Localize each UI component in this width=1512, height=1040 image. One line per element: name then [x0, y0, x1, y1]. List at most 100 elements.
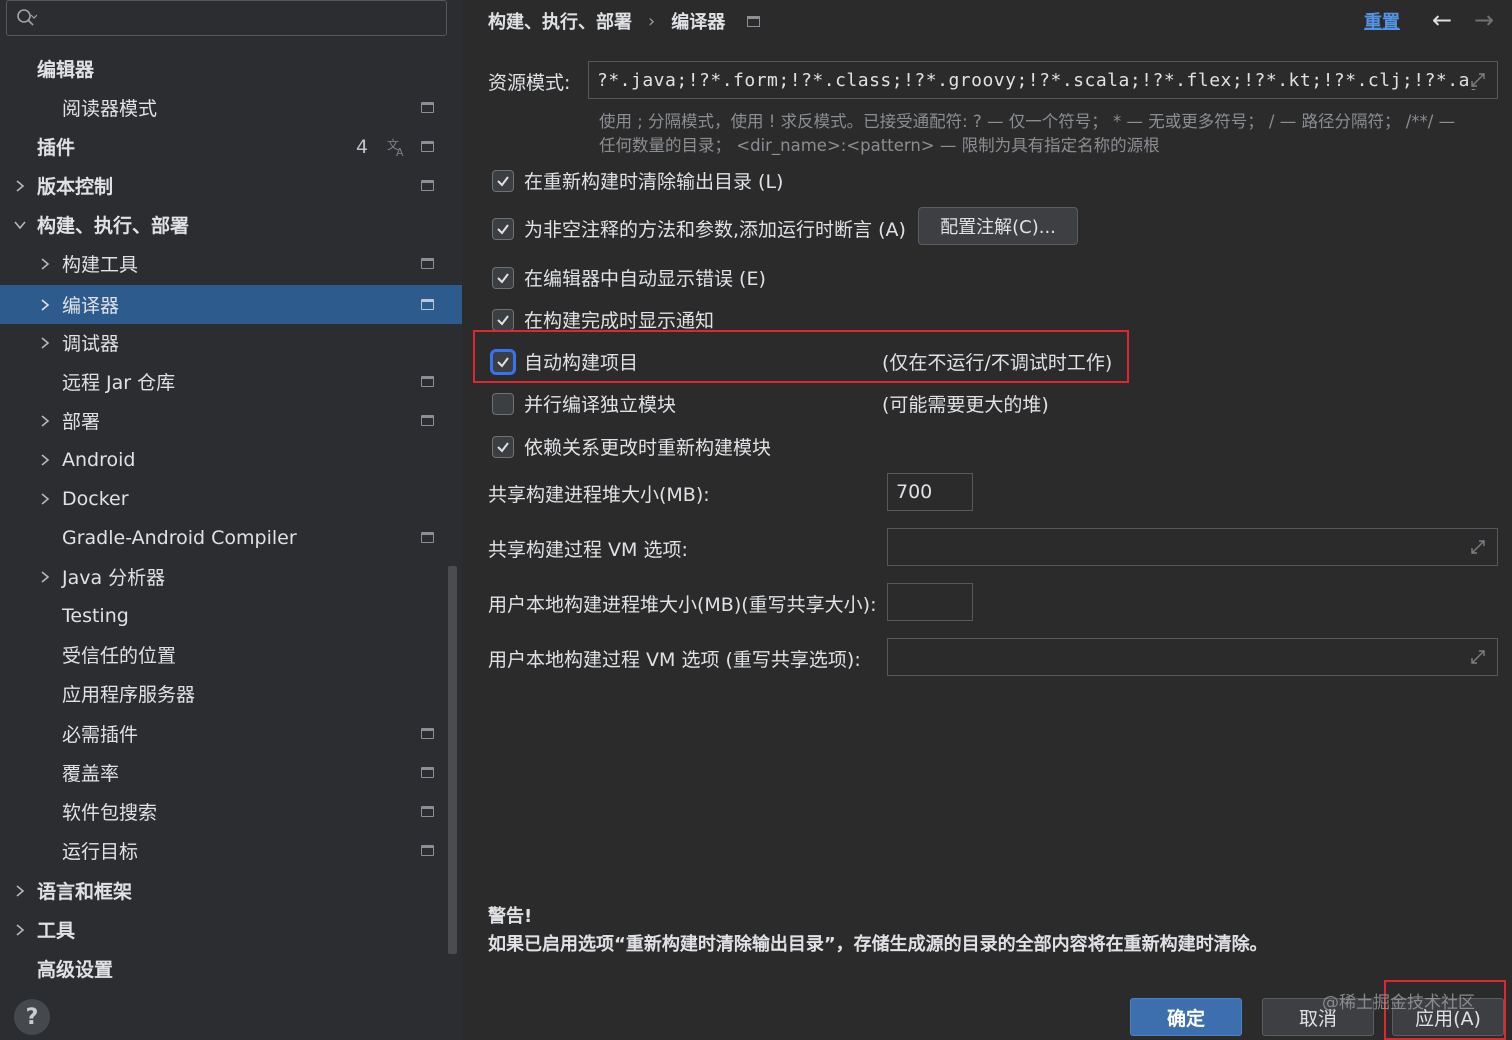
breadcrumb-parent[interactable]: 构建、执行、部署: [488, 8, 632, 34]
resource-patterns-input[interactable]: ?*.java;!?*.form;!?*.class;!?*.groovy;!?…: [588, 61, 1498, 99]
sidebar-item-remote-jar-repos[interactable]: 远程 Jar 仓库: [0, 362, 462, 401]
show-notification-checkbox[interactable]: [492, 308, 514, 331]
forward-arrow-icon[interactable]: →: [1474, 6, 1494, 34]
clear-output-label: 在重新构建时清除输出目录 (L): [524, 171, 784, 193]
add-assertions-checkbox[interactable]: [492, 217, 514, 240]
svg-text:A: A: [396, 146, 404, 158]
sidebar-item-label: 阅读器模式: [62, 98, 158, 120]
chevron-right-icon[interactable]: [38, 453, 52, 467]
add-assertions-option[interactable]: 为非空注释的方法和参数,添加运行时断言 (A): [492, 215, 906, 242]
resource-patterns-value: ?*.java;!?*.form;!?*.class;!?*.groovy;!?…: [597, 69, 1482, 91]
parallel-compile-option[interactable]: 并行编译独立模块: [492, 390, 676, 417]
back-arrow-icon[interactable]: ←: [1432, 6, 1452, 34]
sidebar-item-required-plugins[interactable]: 必需插件: [0, 714, 462, 753]
chevron-right-icon[interactable]: [13, 884, 27, 898]
help-button[interactable]: ?: [14, 999, 50, 1035]
clear-output-checkbox[interactable]: [492, 169, 514, 192]
sidebar-item-label: Testing: [62, 604, 129, 627]
settings-sidebar: 编辑器 阅读器模式 插件 4 文 A 版本控制 构建、执行、部署 构建工具 编译…: [0, 0, 462, 1040]
project-scope-icon: [421, 532, 434, 543]
local-vm-input[interactable]: [887, 638, 1498, 676]
chevron-right-icon[interactable]: [38, 492, 52, 506]
parallel-compile-label: 并行编译独立模块: [524, 394, 677, 416]
local-heap-input[interactable]: [887, 583, 973, 621]
chevron-right-icon[interactable]: [38, 336, 52, 350]
sidebar-item-debugger[interactable]: 调试器: [0, 323, 462, 362]
sidebar-item-label: 部署: [62, 411, 101, 433]
sidebar-item-tools[interactable]: 工具: [0, 910, 462, 949]
sidebar-item-label: 构建、执行、部署: [37, 215, 190, 237]
auto-show-errors-checkbox[interactable]: [492, 266, 514, 289]
auto-show-errors-label: 在编辑器中自动显示错误 (E): [524, 268, 766, 290]
settings-search-input[interactable]: [6, 0, 447, 36]
auto-show-errors-option[interactable]: 在编辑器中自动显示错误 (E): [492, 264, 766, 291]
chevron-right-icon[interactable]: [13, 923, 27, 937]
breadcrumb-separator: ›: [648, 10, 656, 32]
sidebar-item-label: 应用程序服务器: [62, 684, 196, 706]
rebuild-on-dep-change-checkbox[interactable]: [492, 435, 514, 458]
auto-build-option[interactable]: 自动构建项目: [492, 348, 638, 375]
sidebar-item-compiler[interactable]: 编译器: [0, 285, 462, 324]
expand-icon[interactable]: [1469, 538, 1487, 556]
sidebar-item-label: Java 分析器: [62, 567, 166, 589]
chevron-right-icon[interactable]: [38, 298, 52, 312]
sidebar-item-label: Gradle-Android Compiler: [62, 526, 297, 549]
watermark: @稀土掘金技术社区: [1322, 993, 1475, 1013]
sidebar-item-label: 版本控制: [37, 176, 114, 198]
project-scope-icon: [421, 728, 434, 739]
compiler-settings-panel: 构建、执行、部署 › 编译器 重置 ← → 资源模式: ?*.java;!?*.…: [462, 0, 1512, 1040]
checkmark-icon: [497, 175, 509, 187]
sidebar-item-editor[interactable]: 编辑器: [0, 49, 462, 88]
sidebar-item-label: 工具: [37, 920, 76, 942]
project-scope-icon: [421, 376, 434, 387]
sidebar-item-build-tools[interactable]: 构建工具: [0, 244, 462, 283]
configure-annotations-button[interactable]: 配置注解(C)...: [918, 207, 1078, 245]
sidebar-item-build-execution-deployment[interactable]: 构建、执行、部署: [0, 205, 462, 244]
show-notification-option[interactable]: 在构建完成时显示通知: [492, 306, 714, 333]
sidebar-item-deployment[interactable]: 部署: [0, 401, 462, 440]
sidebar-item-testing[interactable]: Testing: [0, 596, 462, 635]
chevron-right-icon[interactable]: [38, 414, 52, 428]
sidebar-item-label: 远程 Jar 仓库: [62, 372, 176, 394]
expand-icon[interactable]: [1469, 648, 1487, 666]
sidebar-item-gradle-android-compiler[interactable]: Gradle-Android Compiler: [0, 518, 462, 557]
sidebar-item-label: 语言和框架: [37, 881, 133, 903]
rebuild-on-dep-change-option[interactable]: 依赖关系更改时重新构建模块: [492, 433, 771, 460]
warning-text: 如果已启用选项“重新构建时清除输出目录”，存储生成源的目录的全部内容将在重新构建…: [488, 934, 1268, 955]
sidebar-item-reader-mode[interactable]: 阅读器模式: [0, 88, 462, 127]
reset-link[interactable]: 重置: [1364, 8, 1400, 34]
sidebar-item-label: Android: [62, 448, 136, 471]
add-assertions-label: 为非空注释的方法和参数,添加运行时断言 (A): [524, 219, 906, 241]
sidebar-item-app-servers[interactable]: 应用程序服务器: [0, 674, 462, 713]
project-scope-icon: [421, 141, 434, 152]
chevron-down-icon[interactable]: [13, 218, 27, 232]
expand-icon[interactable]: [1469, 71, 1487, 89]
clear-output-option[interactable]: 在重新构建时清除输出目录 (L): [492, 167, 783, 194]
sidebar-item-run-targets[interactable]: 运行目标: [0, 831, 462, 870]
sidebar-item-vcs[interactable]: 版本控制: [0, 166, 462, 205]
sidebar-item-languages-frameworks[interactable]: 语言和框架: [0, 871, 462, 910]
chevron-right-icon[interactable]: [38, 570, 52, 584]
sidebar-item-java-profiler[interactable]: Java 分析器: [0, 557, 462, 596]
auto-build-checkbox[interactable]: [492, 350, 514, 373]
chevron-right-icon[interactable]: [13, 179, 27, 193]
shared-heap-input[interactable]: 700: [887, 473, 973, 511]
sidebar-item-trusted-locations[interactable]: 受信任的位置: [0, 635, 462, 674]
checkmark-icon: [497, 272, 509, 284]
chevron-right-icon[interactable]: [38, 257, 52, 271]
sidebar-scrollbar[interactable]: [448, 566, 457, 954]
parallel-compile-checkbox[interactable]: [492, 392, 514, 415]
sidebar-item-package-search[interactable]: 软件包搜索: [0, 792, 462, 831]
sidebar-item-advanced-settings[interactable]: 高级设置: [0, 949, 462, 988]
sidebar-item-coverage[interactable]: 覆盖率: [0, 753, 462, 792]
checkmark-icon: [497, 223, 509, 235]
sidebar-item-plugins[interactable]: 插件 4 文 A: [0, 127, 462, 166]
project-scope-icon: [747, 15, 761, 27]
sidebar-item-docker[interactable]: Docker: [0, 479, 462, 518]
resource-patterns-label: 资源模式:: [488, 72, 571, 94]
ok-button[interactable]: 确定: [1130, 998, 1242, 1036]
project-scope-icon: [421, 102, 434, 113]
sidebar-item-android[interactable]: Android: [0, 440, 462, 479]
sidebar-item-label: Docker: [62, 487, 129, 510]
shared-vm-input[interactable]: [887, 528, 1498, 566]
